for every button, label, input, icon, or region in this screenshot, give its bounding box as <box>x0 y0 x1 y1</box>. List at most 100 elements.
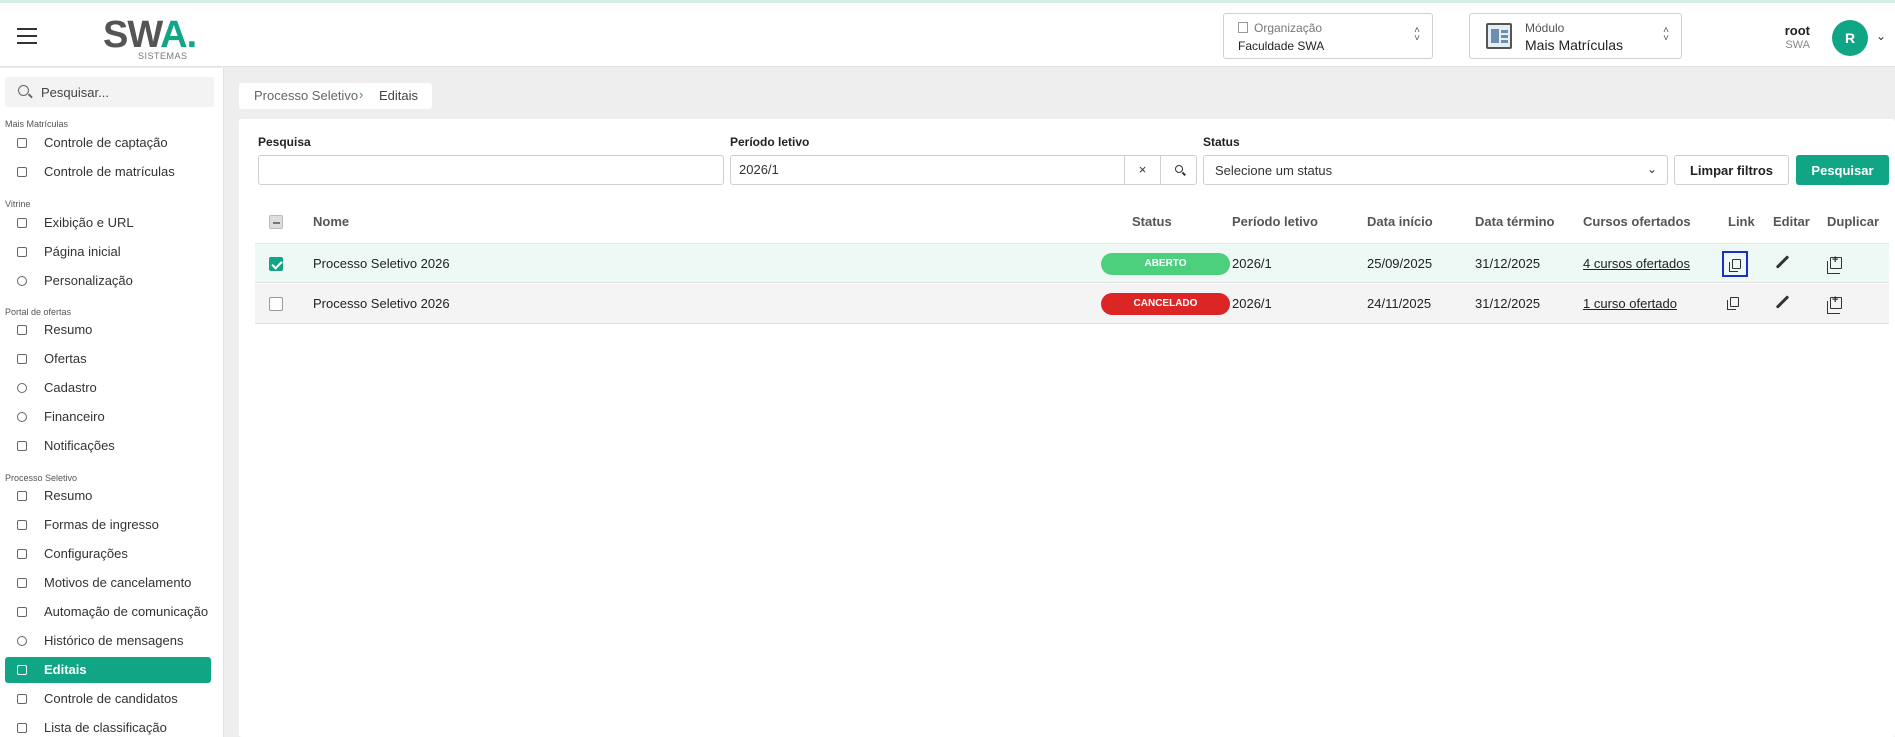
summary-icon <box>17 325 27 335</box>
clear-period-button[interactable]: × <box>1124 156 1160 184</box>
column-header-status[interactable]: Status <box>1132 214 1172 229</box>
sidebar-search[interactable] <box>5 77 214 107</box>
main-panel: Pesquisa Período letivo × Status Selecio… <box>239 119 1895 737</box>
sidebar-item-automacao-comunicacao[interactable]: Automação de comunicação <box>5 599 211 625</box>
grid-icon <box>17 247 27 257</box>
row-checkbox[interactable] <box>269 297 283 311</box>
sidebar-item-label: Histórico de mensagens <box>44 633 184 648</box>
sidebar-item-formas-ingresso[interactable]: Formas de ingresso <box>5 512 211 538</box>
sidebar-item-ofertas[interactable]: Ofertas <box>5 346 211 372</box>
chat-icon <box>17 636 27 646</box>
chevron-down-icon[interactable]: ⌄ <box>1876 29 1886 43</box>
module-value: Mais Matrículas <box>1525 37 1624 53</box>
status-badge: ABERTO <box>1101 253 1230 275</box>
column-header-period[interactable]: Período letivo <box>1232 214 1318 229</box>
period-field[interactable]: × <box>730 155 1197 185</box>
duplicate-button[interactable] <box>1823 251 1849 277</box>
sidebar-item-resumo-processo[interactable]: Resumo <box>5 483 211 509</box>
sidebar-item-controle-matriculas[interactable]: Controle de matrículas <box>5 159 211 185</box>
edit-button[interactable] <box>1769 291 1795 317</box>
edit-button[interactable] <box>1769 251 1795 277</box>
status-select-value: Selecione um status <box>1215 163 1333 178</box>
row-period: 2026/1 <box>1232 296 1272 311</box>
select-all-checkbox[interactable] <box>269 215 283 229</box>
search-input[interactable] <box>267 162 707 177</box>
column-header-name[interactable]: Nome <box>313 214 349 229</box>
row-courses-link[interactable]: 4 cursos ofertados <box>1583 256 1690 271</box>
sidebar-item-label: Personalização <box>44 273 133 288</box>
sidebar-item-label: Controle de captação <box>44 135 168 150</box>
module-selector[interactable]: Módulo Mais Matrículas ˄ ˅ <box>1469 13 1682 59</box>
sidebar-item-financeiro[interactable]: Financeiro <box>5 404 211 430</box>
sidebar-item-label: Ofertas <box>44 351 87 366</box>
sidebar-item-label: Motivos de cancelamento <box>44 575 192 590</box>
sidebar-item-label: Automação de comunicação <box>44 604 209 619</box>
form-icon <box>17 520 27 530</box>
menu-icon[interactable] <box>17 28 37 44</box>
sidebar-item-editais[interactable]: Editais <box>5 657 211 683</box>
row-courses-link[interactable]: 1 curso ofertado <box>1583 296 1677 311</box>
sidebar-item-motivos-cancelamento[interactable]: Motivos de cancelamento <box>5 570 211 596</box>
copy-link-button[interactable] <box>1722 291 1748 317</box>
list-document-icon <box>17 578 27 588</box>
document-icon <box>17 167 27 177</box>
copy-icon <box>1729 259 1741 272</box>
table-row[interactable]: Processo Seletivo 2026 ABERTO 2026/1 25/… <box>255 243 1889 283</box>
duplicate-button[interactable] <box>1823 291 1849 317</box>
building-icon <box>1238 22 1248 33</box>
sidebar-item-label: Formas de ingresso <box>44 517 159 532</box>
table-row[interactable]: Processo Seletivo 2026 CANCELADO 2026/1 … <box>255 284 1889 324</box>
updown-chevron-icon: ˄ ˅ <box>1414 25 1420 44</box>
sidebar-item-label: Editais <box>44 662 87 677</box>
row-start-date: 24/11/2025 <box>1367 296 1432 311</box>
organization-label: Organização <box>1254 21 1323 35</box>
logo: SWA. SISTEMAS <box>103 16 199 62</box>
row-start-date: 25/09/2025 <box>1367 256 1433 271</box>
column-header-courses[interactable]: Cursos ofertados <box>1583 214 1691 229</box>
period-label: Período letivo <box>730 135 810 149</box>
cart-icon <box>17 354 27 364</box>
sidebar-item-lista-classificacao[interactable]: Lista de classificação <box>5 715 211 737</box>
search-field[interactable] <box>258 155 724 185</box>
breadcrumb-parent[interactable]: Processo Seletivo <box>254 88 358 103</box>
user-edit-icon <box>17 383 27 393</box>
module-icon <box>1486 23 1512 49</box>
sidebar-item-personalizacao[interactable]: Personalização <box>5 268 211 294</box>
sidebar-search-input[interactable] <box>41 82 201 102</box>
avatar[interactable]: R <box>1832 20 1868 56</box>
sidebar-item-label: Página inicial <box>44 244 121 259</box>
duplicate-icon <box>1827 254 1842 274</box>
sidebar-item-controle-captacao[interactable]: Controle de captação <box>5 130 211 156</box>
clear-filters-button[interactable]: Limpar filtros <box>1674 155 1789 185</box>
sidebar-item-label: Financeiro <box>44 409 105 424</box>
sidebar-item-label: Controle de matrículas <box>44 164 175 179</box>
column-header-start-date[interactable]: Data início <box>1367 214 1433 229</box>
sidebar-item-label: Resumo <box>44 488 93 503</box>
sidebar-item-configuracoes[interactable]: Configurações <box>5 541 211 567</box>
status-label: Status <box>1203 135 1240 149</box>
sidebar-item-exibicao-url[interactable]: Exibição e URL <box>5 210 211 236</box>
copy-link-button[interactable] <box>1722 251 1748 277</box>
search-button[interactable]: Pesquisar <box>1796 155 1889 185</box>
sidebar-item-cadastro[interactable]: Cadastro <box>5 375 211 401</box>
row-checkbox[interactable] <box>269 257 283 271</box>
sidebar-item-notificacoes[interactable]: Notificações <box>5 433 211 459</box>
sidebar-item-historico-mensagens[interactable]: Histórico de mensagens <box>5 628 211 654</box>
period-search-button[interactable] <box>1160 156 1196 184</box>
sidebar-item-label: Resumo <box>44 322 93 337</box>
section-label-vitrine: Vitrine <box>5 199 31 209</box>
sidebar-item-resumo-portal[interactable]: Resumo <box>5 317 211 343</box>
sidebar-item-pagina-inicial[interactable]: Página inicial <box>5 239 211 265</box>
organization-selector[interactable]: Organização Faculdade SWA ˄ ˅ <box>1223 13 1433 59</box>
sidebar-item-controle-candidatos[interactable]: Controle de candidatos <box>5 686 211 712</box>
sidebar-item-label: Lista de classificação <box>44 720 167 735</box>
list-icon <box>17 723 27 733</box>
status-select[interactable]: Selecione um status ⌄ <box>1203 155 1668 185</box>
user-org: SWA <box>1785 39 1810 51</box>
user-menu[interactable]: root SWA R ⌄ <box>1780 18 1890 58</box>
copy-icon <box>1727 297 1739 310</box>
period-input[interactable] <box>739 162 1039 177</box>
column-header-end-date[interactable]: Data término <box>1475 214 1554 229</box>
logo-subtitle: SISTEMAS <box>138 51 188 61</box>
organization-value: Faculdade SWA <box>1238 39 1325 53</box>
